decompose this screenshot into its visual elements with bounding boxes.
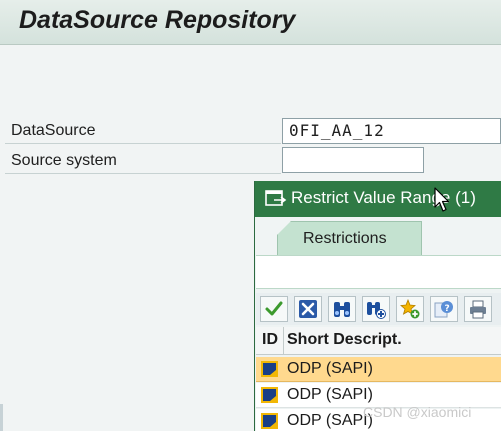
- row-short-description: ODP (SAPI): [287, 360, 373, 377]
- find-next-button[interactable]: [362, 296, 390, 322]
- window-icon: [265, 190, 287, 206]
- restrict-value-range-dialog: Restrict Value Range (1) Restrictions ? …: [254, 181, 501, 431]
- table-row[interactable]: ODP (SAPI): [256, 357, 501, 382]
- datasource-label: DataSource: [11, 122, 96, 139]
- watermark: CSDN @xiaomici: [363, 404, 472, 420]
- page-title: DataSource Repository: [19, 6, 296, 34]
- cancel-x-icon: [299, 300, 317, 318]
- row-divider: [5, 173, 281, 174]
- column-separator: [283, 327, 284, 355]
- column-header-short-description[interactable]: Short Descript.: [287, 331, 402, 349]
- print-icon: [470, 300, 486, 319]
- svg-text:?: ?: [445, 304, 450, 314]
- title-bar: DataSource Repository: [0, 0, 501, 45]
- left-edge-handle: [0, 404, 3, 431]
- tab-strip: Restrictions: [255, 217, 501, 255]
- row-short-description: ODP (SAPI): [287, 386, 373, 403]
- dialog-toolbar: ?: [256, 293, 501, 325]
- checkmark-icon: [265, 301, 283, 316]
- source-system-label: Source system: [11, 152, 117, 169]
- source-system-field[interactable]: [282, 147, 424, 173]
- continue-button[interactable]: [260, 296, 288, 322]
- info-help-icon: ?: [434, 301, 453, 318]
- datasource-type-icon: [261, 413, 278, 429]
- column-header-id[interactable]: ID: [262, 331, 278, 349]
- tab-restrictions[interactable]: Restrictions: [277, 221, 422, 255]
- row-divider: [5, 143, 281, 144]
- add-favorite-button[interactable]: [396, 296, 424, 322]
- binoculars-plus-icon: [367, 302, 386, 319]
- binoculars-icon: [334, 302, 350, 317]
- find-button[interactable]: [328, 296, 356, 322]
- datasource-field[interactable]: 0FI_AA_12: [282, 118, 501, 144]
- datasource-type-icon: [261, 387, 278, 403]
- cancel-button[interactable]: [294, 296, 322, 322]
- star-add-icon: [400, 299, 420, 319]
- print-button[interactable]: [464, 296, 492, 322]
- dialog-header[interactable]: Restrict Value Range (1): [255, 181, 501, 217]
- info-button[interactable]: ?: [430, 296, 458, 322]
- mouse-pointer-icon: [434, 187, 450, 212]
- row-short-description: ODP (SAPI): [287, 412, 373, 429]
- tab-content-panel: [256, 255, 501, 289]
- datasource-type-icon: [261, 361, 278, 377]
- grid-header: ID Short Descript.: [256, 327, 501, 355]
- datasource-value: 0FI_AA_12: [289, 121, 385, 140]
- tab-label: Restrictions: [303, 230, 387, 247]
